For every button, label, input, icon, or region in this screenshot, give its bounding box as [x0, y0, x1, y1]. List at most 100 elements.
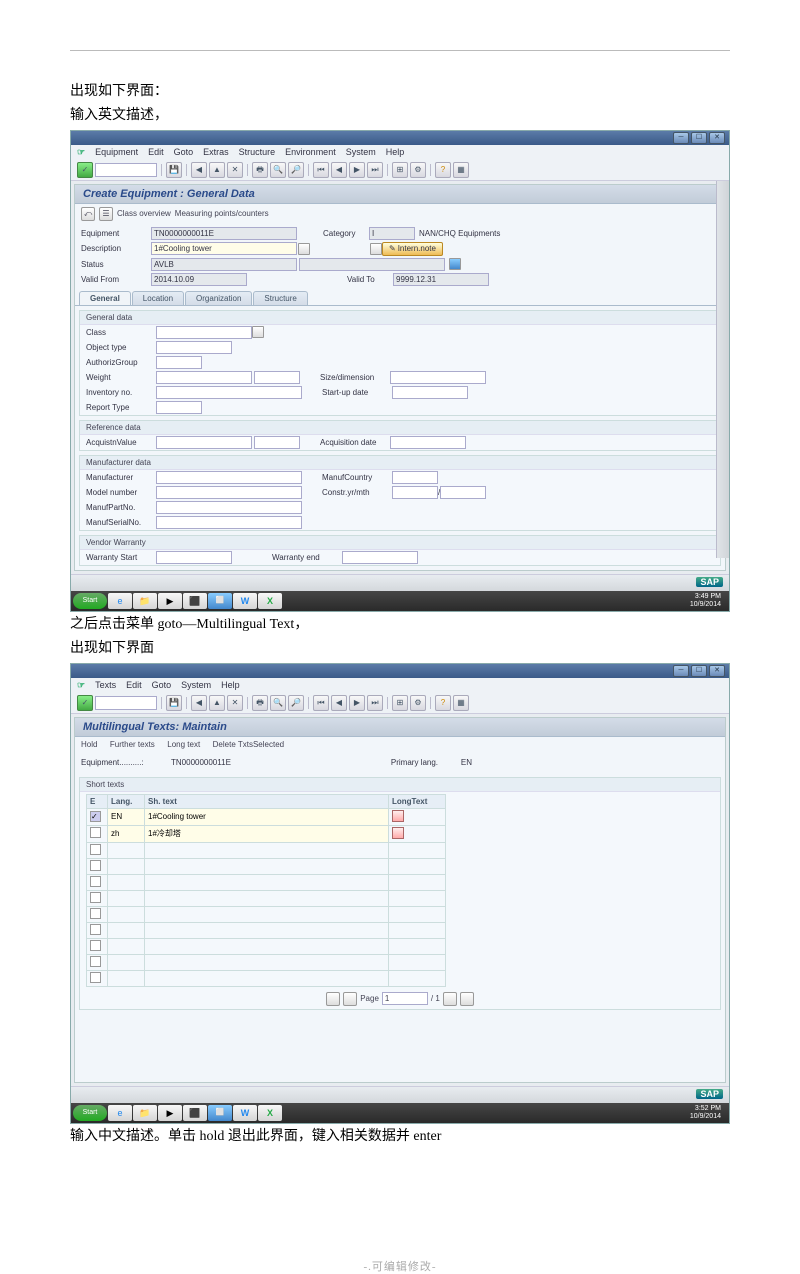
word-icon[interactable]: W — [233, 1105, 257, 1121]
nextpage-icon[interactable]: ▶ — [349, 162, 365, 178]
explorer-icon[interactable]: 📁 — [133, 1105, 157, 1121]
input-acqd[interactable] — [390, 436, 466, 449]
lastpage-icon[interactable]: ⏭ — [367, 162, 383, 178]
save-icon[interactable]: 💾 — [166, 695, 182, 711]
minimize-icon[interactable]: ─ — [673, 665, 689, 677]
class-overview-button[interactable]: Class overview — [117, 209, 171, 218]
cancel-icon[interactable]: ✕ — [227, 162, 243, 178]
status-info-icon[interactable] — [449, 258, 461, 270]
find-icon[interactable]: 🔍 — [270, 695, 286, 711]
input-constr-mth[interactable] — [440, 486, 486, 499]
taskbar-clock[interactable]: 3:49 PM10/9/2014 — [684, 593, 727, 608]
print-icon[interactable]: 🖶 — [252, 695, 268, 711]
input-category[interactable]: I — [369, 227, 415, 240]
intern-note-button[interactable]: ✎Intern.note — [382, 242, 443, 256]
back-icon[interactable]: ◀ — [191, 162, 207, 178]
row-checkbox[interactable] — [90, 827, 101, 838]
menu-extras[interactable]: Extras — [203, 147, 229, 158]
start-button[interactable]: Start — [73, 593, 107, 609]
input-weight[interactable] — [156, 371, 252, 384]
menu-system[interactable]: System — [346, 147, 376, 158]
help-icon[interactable]: ? — [435, 162, 451, 178]
input-authg[interactable] — [156, 356, 202, 369]
hold-button[interactable]: Hold — [81, 740, 97, 749]
row-checkbox[interactable] — [90, 972, 101, 983]
menu-texts[interactable]: Texts — [95, 680, 116, 691]
firstpage-icon[interactable]: ⏮ — [313, 695, 329, 711]
input-description[interactable]: 1#Cooling tower — [151, 242, 297, 255]
next-row-icon[interactable] — [443, 992, 457, 1006]
tab-organization[interactable]: Organization — [185, 291, 252, 305]
input-class[interactable] — [156, 326, 252, 339]
nextpage-icon[interactable]: ▶ — [349, 695, 365, 711]
input-validto[interactable]: 9999.12.31 — [393, 273, 489, 286]
input-weight-unit[interactable] — [254, 371, 300, 384]
row-checkbox[interactable] — [90, 876, 101, 887]
menu-edit[interactable]: Edit — [148, 147, 164, 158]
input-ws[interactable] — [156, 551, 232, 564]
menu-goto[interactable]: Goto — [152, 680, 172, 691]
back-icon[interactable]: ◀ — [191, 695, 207, 711]
menu-structure[interactable]: Structure — [239, 147, 276, 158]
longtext-icon[interactable] — [392, 827, 404, 839]
input-constr-yr[interactable] — [392, 486, 438, 499]
findnext-icon[interactable]: 🔎 — [288, 162, 304, 178]
save-icon[interactable]: 💾 — [166, 162, 182, 178]
input-partno[interactable] — [156, 501, 302, 514]
close-icon[interactable]: ✕ — [709, 132, 725, 144]
row-checkbox[interactable] — [90, 844, 101, 855]
delete-txts-button[interactable]: Delete TxtsSelected — [213, 740, 284, 749]
findnext-icon[interactable]: 🔎 — [288, 695, 304, 711]
desc-f4-icon[interactable] — [298, 243, 310, 255]
last-row-icon[interactable] — [460, 992, 474, 1006]
help-icon[interactable]: ? — [435, 695, 451, 711]
input-acqv-curr[interactable] — [254, 436, 300, 449]
tab-location[interactable]: Location — [132, 291, 184, 305]
enter-icon[interactable]: ✓ — [77, 695, 93, 711]
maximize-icon[interactable]: ☐ — [691, 665, 707, 677]
input-acqv[interactable] — [156, 436, 252, 449]
app-icon[interactable]: ⬛ — [183, 1105, 207, 1121]
menu-edit[interactable]: Edit — [126, 680, 142, 691]
command-field[interactable] — [95, 696, 157, 710]
lastpage-icon[interactable]: ⏭ — [367, 695, 383, 711]
input-startup[interactable] — [392, 386, 468, 399]
input-validfrom[interactable]: 2014.10.09 — [151, 273, 247, 286]
input-equipment[interactable]: TN0000000011E — [151, 227, 297, 240]
row-checkbox[interactable] — [90, 924, 101, 935]
ie-icon[interactable]: e — [108, 1105, 132, 1121]
row-checkbox[interactable]: ✓ — [90, 811, 101, 822]
class-f4-icon[interactable] — [252, 326, 264, 338]
tab-general[interactable]: General — [79, 291, 131, 305]
menu-help[interactable]: Help — [221, 680, 240, 691]
further-texts-button[interactable]: Further texts — [110, 740, 155, 749]
sapgui-icon[interactable]: ⬜ — [208, 1105, 232, 1121]
newsession-icon[interactable]: ⊞ — [392, 162, 408, 178]
media-icon[interactable]: ▶ — [158, 1105, 182, 1121]
list-small-icon[interactable]: ☰ — [99, 207, 113, 221]
minimize-icon[interactable]: ─ — [673, 132, 689, 144]
excel-icon[interactable]: X — [258, 593, 282, 609]
prevpage-icon[interactable]: ◀ — [331, 162, 347, 178]
first-row-icon[interactable] — [326, 992, 340, 1006]
long-text-button[interactable]: Long text — [167, 740, 200, 749]
note-icon[interactable] — [370, 243, 382, 255]
input-serial[interactable] — [156, 516, 302, 529]
prev-row-icon[interactable] — [343, 992, 357, 1006]
cell-lang[interactable]: EN — [108, 808, 145, 825]
sapgui-icon[interactable]: ⬜ — [208, 593, 232, 609]
row-checkbox[interactable] — [90, 892, 101, 903]
row-checkbox[interactable] — [90, 956, 101, 967]
firstpage-icon[interactable]: ⏮ — [313, 162, 329, 178]
exit-icon[interactable]: ▲ — [209, 695, 225, 711]
row-checkbox[interactable] — [90, 860, 101, 871]
cell-short[interactable]: 1#冷却塔 — [145, 825, 389, 842]
ie-icon[interactable]: e — [108, 593, 132, 609]
exit-icon[interactable]: ▲ — [209, 162, 225, 178]
cell-short[interactable]: 1#Cooling tower — [145, 808, 389, 825]
menu-help[interactable]: Help — [386, 147, 405, 158]
cell-lang[interactable]: zh — [108, 825, 145, 842]
maximize-icon[interactable]: ☐ — [691, 132, 707, 144]
menu-goto[interactable]: Goto — [174, 147, 194, 158]
input-mcountry[interactable] — [392, 471, 438, 484]
